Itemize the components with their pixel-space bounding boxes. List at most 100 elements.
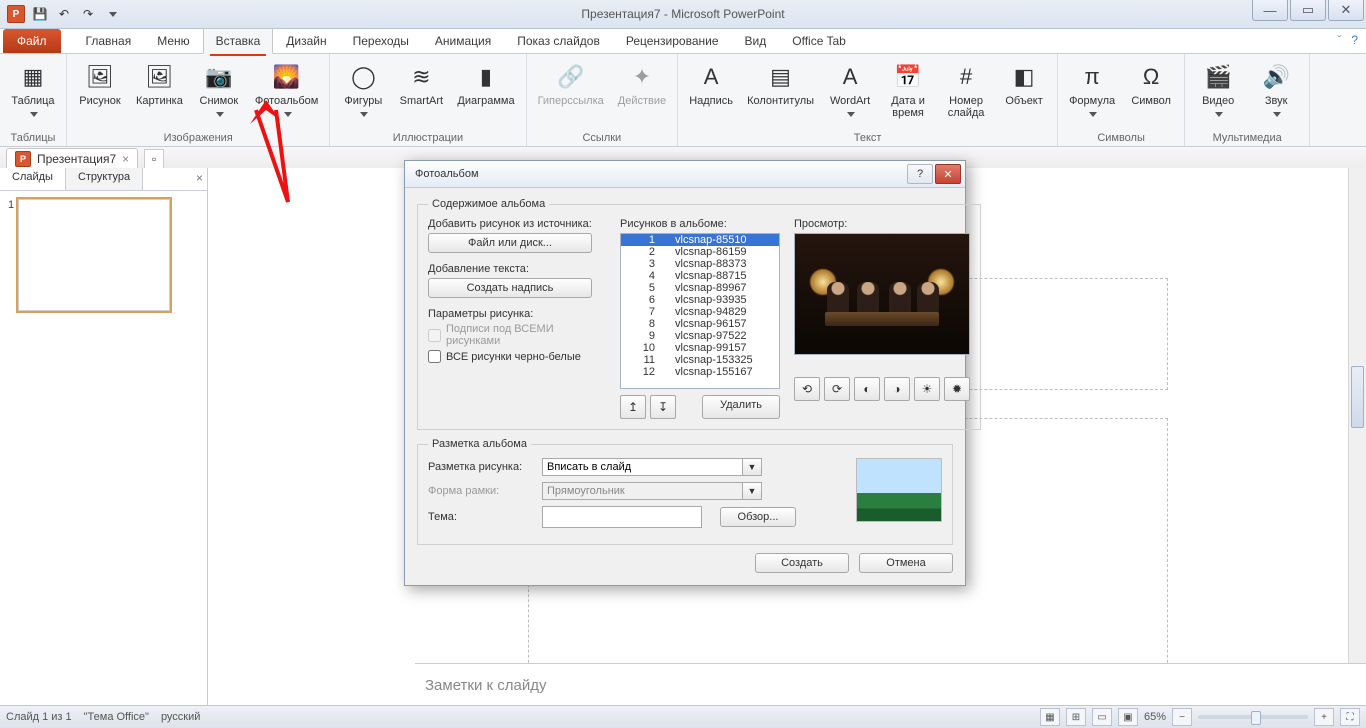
new-document-icon[interactable]: ▫	[144, 149, 164, 169]
minimize-button[interactable]: —	[1252, 0, 1288, 21]
normal-view-button[interactable]: ▦	[1040, 708, 1060, 726]
outline-tab[interactable]: Структура	[66, 168, 143, 190]
zoom-slider[interactable]	[1198, 715, 1308, 719]
zoom-in-button[interactable]: +	[1314, 708, 1334, 726]
ribbon-фотоальбом[interactable]: 🌄Фотоальбом	[250, 58, 324, 124]
picture-layout-combo[interactable]: ▼	[542, 458, 762, 476]
ribbon-дата-и-время[interactable]: 📅Дата и время	[881, 58, 935, 122]
picture-list-item[interactable]: 11vlcsnap-153325	[621, 354, 779, 366]
help-icon[interactable]: ?	[1351, 33, 1358, 47]
notes-pane[interactable]: Заметки к слайду	[415, 663, 1366, 706]
qat-redo-icon[interactable]: ↷	[78, 4, 98, 24]
ribbon-wordart[interactable]: AWordArt	[823, 58, 877, 124]
sorter-view-button[interactable]: ⊞	[1066, 708, 1086, 726]
ribbon-tab-показ слайдов[interactable]: Показ слайдов	[504, 28, 613, 53]
move-up-button[interactable]: ↥	[620, 395, 646, 419]
pictures-listbox[interactable]: 1vlcsnap-855102vlcsnap-861593vlcsnap-883…	[620, 233, 780, 389]
document-tab-close-icon[interactable]: ×	[122, 152, 129, 166]
zoom-out-button[interactable]: −	[1172, 708, 1192, 726]
maximize-button[interactable]: ▭	[1290, 0, 1326, 21]
chevron-down-icon[interactable]: ▼	[743, 458, 762, 476]
qat-undo-icon[interactable]: ↶	[54, 4, 74, 24]
ribbon-диаграмма[interactable]: ▮Диаграмма	[452, 58, 519, 110]
picture-list-item[interactable]: 2vlcsnap-86159	[621, 246, 779, 258]
ribbon-звук[interactable]: 🔊Звук	[1249, 58, 1303, 124]
ribbon-колонтитулы[interactable]: ▤Колонтитулы	[742, 58, 819, 110]
remove-button[interactable]: Удалить	[702, 395, 780, 419]
close-window-button[interactable]: ✕	[1328, 0, 1364, 21]
contrast-up-button[interactable]: ◐	[854, 377, 880, 401]
ribbon-надпись[interactable]: AНадпись	[684, 58, 738, 110]
ribbon-tab-office tab[interactable]: Office Tab	[779, 28, 859, 53]
fit-button[interactable]: ⛶	[1340, 708, 1360, 726]
album-content-group: Содержимое альбома Добавить рисунок из и…	[417, 198, 981, 430]
ribbon-таблица[interactable]: ▦Таблица	[6, 58, 60, 124]
ribbon-рисунок[interactable]: 🖼Рисунок	[73, 58, 127, 110]
rotate-left-button[interactable]: ⟲	[794, 377, 820, 401]
qat-customize-icon[interactable]	[102, 4, 122, 24]
scroll-thumb[interactable]	[1351, 366, 1364, 428]
ribbon-объект[interactable]: ◧Объект	[997, 58, 1051, 110]
ribbon-tab-анимация[interactable]: Анимация	[422, 28, 504, 53]
group-caption: Мультимедиа	[1191, 132, 1303, 146]
ribbon-smartart[interactable]: ≋SmartArt	[394, 58, 448, 110]
picture-list-item[interactable]: 12vlcsnap-155167	[621, 366, 779, 378]
ribbon-tab-дизайн[interactable]: Дизайн	[273, 28, 339, 53]
ribbon-tab-вставка[interactable]: Вставка	[203, 28, 274, 54]
dialog-help-button[interactable]: ?	[907, 164, 933, 184]
slides-tab[interactable]: Слайды	[0, 168, 66, 190]
picture-list-item[interactable]: 10vlcsnap-99157	[621, 342, 779, 354]
group-caption: Изображения	[73, 132, 323, 146]
picture-list-item[interactable]: 1vlcsnap-85510	[621, 234, 779, 246]
ribbon-item-label: Формула	[1069, 95, 1115, 107]
browse-button[interactable]: Обзор...	[720, 507, 796, 527]
picture-list-item[interactable]: 6vlcsnap-93935	[621, 294, 779, 306]
cancel-button[interactable]: Отмена	[859, 553, 953, 573]
picture-list-item[interactable]: 4vlcsnap-88715	[621, 270, 779, 282]
ribbon-tab-рецензирование[interactable]: Рецензирование	[613, 28, 732, 53]
ribbon-tab-меню[interactable]: Меню	[144, 28, 202, 53]
ribbon-group-tables: ▦ТаблицаТаблицы	[0, 54, 67, 146]
picture-list-item[interactable]: 9vlcsnap-97522	[621, 330, 779, 342]
ribbon-tab-переходы[interactable]: Переходы	[340, 28, 422, 53]
rotate-right-button[interactable]: ⟳	[824, 377, 850, 401]
ribbon-номер-слайда[interactable]: #Номер слайда	[939, 58, 993, 122]
move-down-button[interactable]: ↧	[650, 395, 676, 419]
таблица-icon: ▦	[17, 61, 49, 93]
ribbon-tab-вид[interactable]: Вид	[732, 28, 780, 53]
file-tab[interactable]: Файл	[3, 29, 61, 53]
reading-view-button[interactable]: ▭	[1092, 708, 1112, 726]
ribbon-tab-главная[interactable]: Главная	[73, 28, 145, 53]
brightness-up-button[interactable]: ☀	[914, 377, 940, 401]
ribbon-снимок[interactable]: 📷Снимок	[192, 58, 246, 124]
picture-list-item[interactable]: 7vlcsnap-94829	[621, 306, 779, 318]
document-tab[interactable]: P Презентация7 ×	[6, 148, 138, 170]
ribbon-формула[interactable]: πФормула	[1064, 58, 1120, 124]
qat-save-icon[interactable]: 💾	[30, 4, 50, 24]
brightness-down-button[interactable]: ✹	[944, 377, 970, 401]
create-button[interactable]: Создать	[755, 553, 849, 573]
panel-close-icon[interactable]: ×	[196, 171, 203, 185]
slide-thumbnail[interactable]	[18, 199, 170, 311]
ribbon-minimize-icon[interactable]: ˇ	[1337, 33, 1341, 47]
dialog-close-button[interactable]: ✕	[935, 164, 961, 184]
ribbon-фигуры[interactable]: ◯Фигуры	[336, 58, 390, 124]
titlebar: P 💾 ↶ ↷ Презентация7 - Microsoft PowerPo…	[0, 0, 1366, 29]
ribbon-видео[interactable]: 🎬Видео	[1191, 58, 1245, 124]
picture-list-item[interactable]: 5vlcsnap-89967	[621, 282, 779, 294]
picture-list-item[interactable]: 3vlcsnap-88373	[621, 258, 779, 270]
ribbon-картинка[interactable]: 🖼Картинка	[131, 58, 188, 110]
zoom-handle[interactable]	[1251, 711, 1261, 725]
vertical-scrollbar[interactable]	[1348, 168, 1366, 664]
slideshow-view-button[interactable]: ▣	[1118, 708, 1138, 726]
picture-list-item[interactable]: 8vlcsnap-96157	[621, 318, 779, 330]
theme-input[interactable]	[542, 506, 702, 528]
ribbon-символ[interactable]: ΩСимвол	[1124, 58, 1178, 110]
status-language[interactable]: русский	[161, 711, 200, 723]
new-textbox-button[interactable]: Создать надпись	[428, 278, 592, 298]
contrast-down-button[interactable]: ◑	[884, 377, 910, 401]
file-or-disk-button[interactable]: Файл или диск...	[428, 233, 592, 253]
layout-preview	[856, 458, 942, 522]
all-bw-checkbox[interactable]: ВСЕ рисунки черно-белые	[428, 350, 606, 363]
window-title: Презентация7 - Microsoft PowerPoint	[0, 7, 1366, 21]
